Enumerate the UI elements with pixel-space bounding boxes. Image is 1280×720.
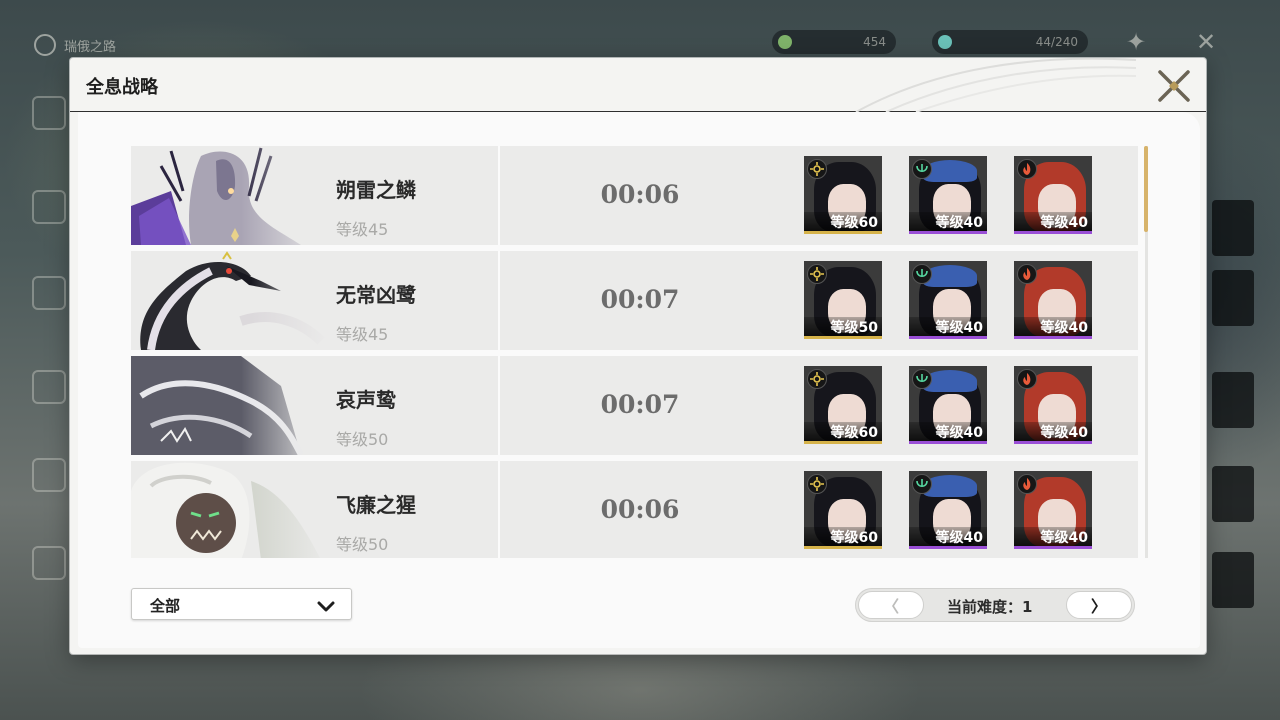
rarity-bar — [909, 546, 987, 549]
stamina-value: 44/240 — [1035, 35, 1078, 49]
team-character-2[interactable]: 等级40 — [909, 156, 987, 234]
spectro-element-icon — [807, 369, 827, 389]
side-panel — [1212, 270, 1254, 326]
spectro-element-icon — [807, 474, 827, 494]
rarity-bar — [804, 336, 882, 339]
boss-list: 朔雷之鳞 等级45 00:06 等级60 等级40 等级40 无常凶鹭 等级45… — [131, 146, 1139, 558]
aero-element-icon — [912, 264, 932, 284]
menu-icon — [32, 458, 66, 492]
boss-portrait — [131, 461, 331, 558]
current-difficulty-label: 当前难度：1 — [947, 598, 1033, 616]
spectro-element-icon — [807, 264, 827, 284]
team-character-1[interactable]: 等级60 — [804, 156, 882, 234]
rarity-bar — [804, 546, 882, 549]
difficulty-pager: 〈 当前难度：1 〉 — [855, 588, 1135, 622]
boss-level: 等级45 — [336, 220, 389, 239]
modal-title: 全息战略 — [86, 77, 158, 98]
exit-icon: ✕ — [1195, 28, 1217, 56]
next-difficulty-button[interactable]: 〉 — [1066, 591, 1132, 619]
boss-row[interactable]: 飞廉之猩 等级50 00:06 等级60 等级40 等级40 — [131, 461, 1138, 558]
clear-time: 00:06 — [600, 495, 680, 524]
menu-icon — [32, 276, 66, 310]
clear-time: 00:07 — [600, 285, 680, 314]
fusion-element-icon — [1017, 369, 1037, 389]
rarity-bar — [909, 336, 987, 339]
rarity-bar — [909, 441, 987, 444]
stamina-counter: 44/240 — [932, 30, 1088, 54]
clear-time: 00:06 — [600, 180, 680, 209]
resource-counter: 454 — [772, 30, 896, 54]
team-character-3[interactable]: 等级40 — [1014, 261, 1092, 339]
team-character-1[interactable]: 等级50 — [804, 261, 882, 339]
modal-header: 全息战略 — [70, 58, 1206, 112]
team-character-2[interactable]: 等级40 — [909, 366, 987, 444]
resource-icon — [778, 35, 792, 49]
chevron-left-icon: 〈 — [882, 597, 899, 616]
chevron-down-icon — [317, 598, 335, 617]
scrollbar-thumb[interactable] — [1144, 146, 1148, 232]
boss-row[interactable]: 朔雷之鳞 等级45 00:06 等级60 等级40 等级40 — [131, 146, 1138, 245]
side-panel — [1212, 372, 1254, 428]
rarity-bar — [804, 441, 882, 444]
team-character-2[interactable]: 等级40 — [909, 261, 987, 339]
boss-name: 无常凶鹭 — [336, 283, 416, 307]
resource-value: 454 — [863, 35, 886, 49]
menu-icon — [32, 546, 66, 580]
close-button[interactable] — [1156, 68, 1192, 104]
fusion-element-icon — [1017, 474, 1037, 494]
aero-element-icon — [912, 474, 932, 494]
team-character-1[interactable]: 等级60 — [804, 366, 882, 444]
aero-element-icon — [912, 159, 932, 179]
filter-dropdown[interactable]: 全部 — [131, 588, 352, 620]
aero-element-icon — [912, 369, 932, 389]
spectro-element-icon — [807, 159, 827, 179]
boss-level: 等级50 — [336, 430, 389, 449]
hud-location: 瑞俄之路 — [34, 34, 116, 56]
clear-time: 00:07 — [600, 390, 680, 419]
boss-portrait — [131, 146, 331, 245]
boss-level: 等级50 — [336, 535, 389, 554]
side-panel — [1212, 466, 1254, 522]
rarity-bar — [909, 231, 987, 234]
compass-icon — [34, 34, 56, 56]
menu-icon — [32, 190, 66, 224]
menu-icon — [32, 370, 66, 404]
rarity-bar — [804, 231, 882, 234]
boss-row[interactable]: 哀声鸷 等级50 00:07 等级60 等级40 等级40 — [131, 356, 1138, 455]
rarity-bar — [1014, 546, 1092, 549]
boss-portrait — [131, 356, 331, 455]
team-character-3[interactable]: 等级40 — [1014, 156, 1092, 234]
fusion-element-icon — [1017, 264, 1037, 284]
boss-portrait — [131, 251, 331, 350]
prev-difficulty-button[interactable]: 〈 — [858, 591, 924, 619]
rarity-bar — [1014, 441, 1092, 444]
side-panel — [1212, 552, 1254, 608]
boss-level: 等级45 — [336, 325, 389, 344]
boss-name: 飞廉之猩 — [336, 493, 416, 517]
boss-name: 朔雷之鳞 — [336, 178, 416, 202]
boss-name: 哀声鸷 — [336, 388, 396, 412]
menu-icon — [32, 96, 66, 130]
chevron-right-icon: 〉 — [1090, 597, 1107, 616]
settings-icon: ✦ — [1125, 28, 1147, 56]
fusion-element-icon — [1017, 159, 1037, 179]
stamina-icon — [938, 35, 952, 49]
side-panel — [1212, 200, 1254, 256]
rarity-bar — [1014, 231, 1092, 234]
filter-selected-value: 全部 — [150, 597, 181, 615]
team-character-1[interactable]: 等级60 — [804, 471, 882, 549]
team-character-2[interactable]: 等级40 — [909, 471, 987, 549]
boss-row[interactable]: 无常凶鹭 等级45 00:07 等级50 等级40 等级40 — [131, 251, 1138, 350]
rarity-bar — [1014, 336, 1092, 339]
close-icon — [1158, 70, 1190, 102]
team-character-3[interactable]: 等级40 — [1014, 366, 1092, 444]
team-character-3[interactable]: 等级40 — [1014, 471, 1092, 549]
hud-location-label: 瑞俄之路 — [64, 39, 117, 55]
header-decoration — [816, 58, 1136, 112]
